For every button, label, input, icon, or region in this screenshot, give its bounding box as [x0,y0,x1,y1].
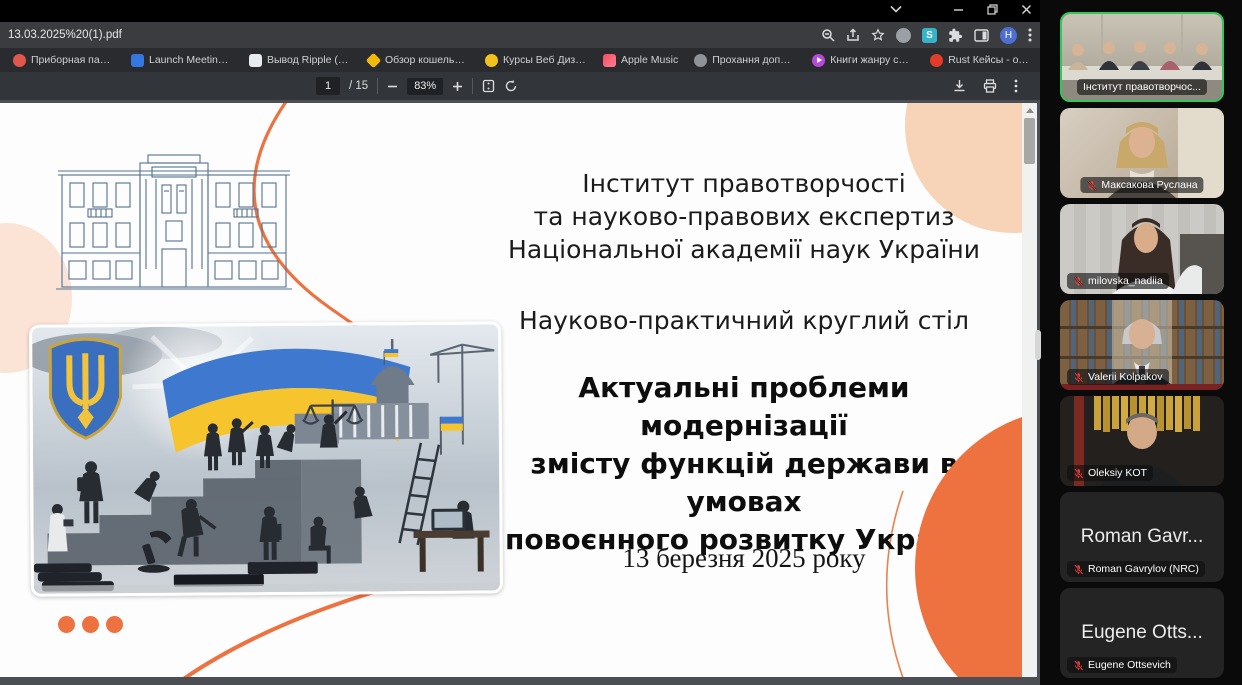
org-line: та науково-правових експертиз [488,200,1000,233]
participant-name-label: Valerii Kolpakov [1067,369,1169,385]
bookmark-favicon [694,54,707,67]
organization-name: Інститут правотворчості та науково-право… [488,167,1000,266]
browser-tab-bar: 13.03.2025%20(1).pdf S [0,22,1040,48]
bookmark-favicon [249,54,262,67]
participant-name-label: Максакова Руслана [1080,177,1203,193]
rotate-icon[interactable] [504,79,518,93]
bookmark-favicon [13,54,26,67]
org-line: Інститут правотворчості [488,167,1000,200]
minimize-icon[interactable] [950,2,966,16]
bookmark-favicon [366,52,382,68]
bookmark-favicon [603,54,616,67]
participant-name-label: Oleksiy KOT [1067,465,1153,481]
bookmark-item[interactable]: Книги жанру сатира і г... [807,54,919,67]
active-tab-title[interactable]: 13.03.2025%20(1).pdf [8,29,122,41]
mic-off-icon [1073,468,1084,479]
browser-menu-icon[interactable] [1028,28,1032,42]
chevron-down-icon[interactable] [888,2,904,16]
bookmark-item[interactable]: Курсы Веб Дизайна Ки... [480,54,592,67]
org-line: Національної академії наук України [488,233,1000,266]
page-count-label: / 15 [349,80,368,92]
search-zoom-icon[interactable] [821,28,835,42]
institute-building-drawing [56,149,292,297]
close-icon[interactable] [1018,2,1034,16]
title-line: Актуальні проблеми модернізації [488,369,1000,445]
bookmark-favicon [131,54,144,67]
pdf-menu-icon[interactable] [1014,79,1018,93]
side-panel-icon[interactable] [974,28,989,43]
pdf-scrollbar[interactable] [1022,103,1037,677]
bookmark-item[interactable]: Прохання допомогти. [689,54,801,67]
window-title-bar [0,0,1040,22]
browser-window: 13.03.2025%20(1).pdf S [0,0,1040,685]
scroll-up-icon[interactable] [1026,108,1034,113]
participant-tile-kot[interactable]: Oleksiy KOT [1060,396,1224,486]
extension-a-icon[interactable] [896,28,911,43]
zoom-level-value[interactable]: 83% [407,78,443,95]
mic-off-icon [1073,372,1084,383]
participant-tile-milovska[interactable]: milovska_nadiia [1060,204,1224,294]
mic-off-icon [1073,276,1084,287]
share-icon[interactable] [846,28,860,42]
fit-page-icon[interactable] [482,79,495,93]
mic-off-icon [1073,564,1084,575]
zoom-in-icon[interactable] [452,81,463,92]
decor-dots [58,616,123,633]
bookmark-item[interactable]: Launch Meeting - Zoom [126,54,238,67]
profile-avatar[interactable]: H [1000,27,1017,44]
restore-icon[interactable] [984,2,1000,16]
bookmark-item[interactable]: Apple Music [598,54,683,67]
zoom-out-icon[interactable] [387,81,398,92]
participant-tile-institute[interactable]: Інститут правотворчос... [1060,12,1224,102]
bookmark-favicon [930,54,943,67]
bookmark-star-icon[interactable] [871,28,885,42]
bookmark-item[interactable]: Rust Кейсы - открытие... [925,54,1037,67]
bookmark-item[interactable]: Вывод Ripple (XRP) на... [244,54,356,67]
mic-off-icon [1086,180,1097,191]
download-icon[interactable] [953,79,966,93]
participant-name-label: Roman Gavrylov (NRC) [1067,561,1205,577]
bookmark-favicon [485,54,498,67]
title-line: змісту функцій держави в умовах [488,445,1000,521]
participant-name-label: Eugene Ottsevich [1067,657,1177,673]
pdf-viewport: Інститут правотворчості та науково-право… [0,100,1040,685]
participant-tile-maksakova[interactable]: Максакова Руслана [1060,108,1224,198]
scrollbar-thumb[interactable] [1024,118,1035,164]
extension-s-icon[interactable]: S [922,28,937,43]
participant-tile-ottsevich[interactable]: Eugene Otts... Eugene Ottsevich [1060,588,1224,678]
participant-name-label: milovska_nadiia [1067,273,1169,289]
participant-name-label: Інститут правотворчос... [1077,79,1207,95]
mic-off-icon [1073,660,1084,671]
zoom-participants-sidebar: Інститут правотворчос... Максакова Русла… [1040,0,1242,685]
bookmark-favicon [812,54,825,67]
panel-resize-handle[interactable] [1035,330,1041,360]
slide-page: Інститут правотворчості та науково-право… [0,103,1022,677]
event-type: Науково-практичний круглий стіл [488,306,1000,335]
participant-tile-kolpakov[interactable]: Valerii Kolpakov [1060,300,1224,390]
print-icon[interactable] [983,79,997,93]
pdf-toolbar: / 15 83% [0,72,1040,100]
screen: 13.03.2025%20(1).pdf S [0,0,1242,685]
extensions-puzzle-icon[interactable] [948,28,963,43]
collage-illustration [29,321,503,596]
participant-tile-gavrylov[interactable]: Roman Gavr... Roman Gavrylov (NRC) [1060,492,1224,582]
bookmark-item[interactable]: Приборная панель [8,54,120,67]
bookmarks-bar: Приборная панель Launch Meeting - Zoom В… [0,48,1040,72]
bookmark-item[interactable]: Обзор кошелька - Кош... [362,54,474,67]
page-number-input[interactable] [316,77,340,95]
